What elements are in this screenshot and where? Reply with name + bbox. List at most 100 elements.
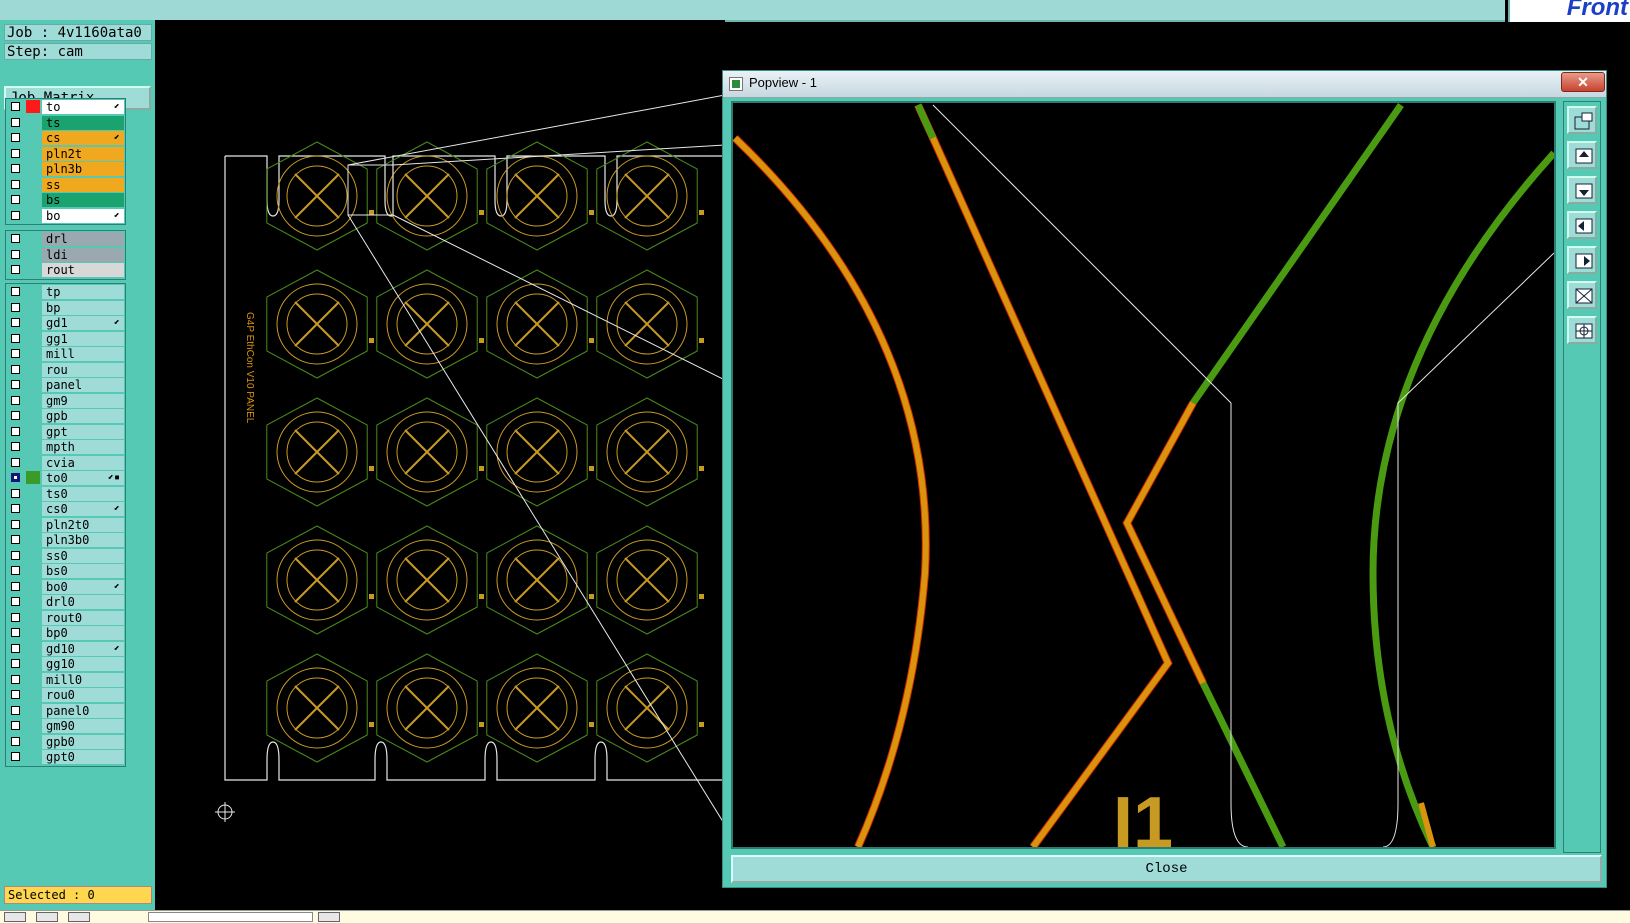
layer-checkbox[interactable]: [11, 395, 20, 405]
layer-row-gm90[interactable]: gm90: [6, 718, 125, 734]
layer-name[interactable]: drl0: [42, 595, 124, 609]
layer-checkbox[interactable]: [11, 249, 20, 259]
layer-row-mpth[interactable]: mpth: [6, 439, 125, 455]
layer-row-ss[interactable]: ss: [6, 177, 125, 193]
layer-name[interactable]: bs0: [42, 564, 124, 578]
layer-row-pln3b[interactable]: pln3b: [6, 161, 125, 177]
layer-checkbox[interactable]: [11, 102, 20, 111]
layer-name[interactable]: gpt0: [42, 750, 124, 764]
layer-checkbox[interactable]: [11, 364, 20, 374]
layer-name[interactable]: bo0 ⬋: [42, 579, 124, 594]
layer-checkbox[interactable]: [11, 318, 20, 327]
layer-checkbox[interactable]: [11, 628, 20, 637]
layer-row-gpb0[interactable]: gpb0: [6, 734, 125, 750]
layer-name[interactable]: to0 ⬋▪: [42, 471, 124, 485]
layer-row-cvia[interactable]: cvia: [6, 455, 125, 471]
layer-row-rou[interactable]: rou: [6, 362, 125, 378]
layer-row-to[interactable]: to ⬋: [6, 99, 125, 115]
command-input[interactable]: [148, 912, 313, 922]
layer-row-mill[interactable]: mill: [6, 346, 125, 362]
layer-row-pln2t0[interactable]: pln2t0: [6, 517, 125, 533]
layer-name[interactable]: bo ⬋: [42, 208, 124, 223]
layer-name[interactable]: rout0: [42, 610, 124, 625]
layer-row-ts0[interactable]: ts0: [6, 486, 125, 502]
layer-checkbox[interactable]: [11, 612, 20, 622]
layer-name[interactable]: pln2t0: [42, 517, 124, 532]
layer-row-pln2t[interactable]: pln2t: [6, 146, 125, 162]
layer-row-drl0[interactable]: drl0: [6, 594, 125, 610]
layer-checkbox[interactable]: [11, 195, 20, 204]
layer-row-gg1[interactable]: gg1: [6, 331, 125, 347]
layer-row-cs[interactable]: cs ⬋: [6, 130, 125, 146]
layer-row-pln3b0[interactable]: pln3b0: [6, 532, 125, 548]
layer-checkbox[interactable]: [11, 721, 20, 730]
layer-name[interactable]: ss0: [42, 548, 124, 563]
layer-checkbox[interactable]: [11, 333, 20, 343]
layer-checkbox[interactable]: [11, 349, 20, 358]
layer-name[interactable]: gpb0: [42, 734, 124, 749]
layer-row-rout[interactable]: rout: [6, 262, 125, 278]
layer-name[interactable]: gpb: [42, 409, 124, 423]
layer-row-mill0[interactable]: mill0: [6, 672, 125, 688]
layer-checkbox[interactable]: [11, 133, 20, 142]
layer-name[interactable]: gpt: [42, 424, 124, 439]
layer-checkbox[interactable]: [11, 581, 20, 591]
layer-name[interactable]: mill: [42, 347, 124, 361]
layer-name[interactable]: to ⬋: [42, 100, 124, 114]
layer-name[interactable]: rout: [42, 263, 124, 277]
layer-name[interactable]: cs0 ⬋: [42, 502, 124, 516]
layer-row-gm9[interactable]: gm9: [6, 393, 125, 409]
status-button-1[interactable]: [4, 912, 26, 922]
layer-checkbox[interactable]: [11, 287, 20, 296]
layer-row-gg10[interactable]: gg10: [6, 656, 125, 672]
layer-checkbox[interactable]: [11, 535, 20, 544]
layer-checkbox[interactable]: [11, 148, 20, 158]
layer-row-drl[interactable]: drl: [6, 231, 125, 247]
layer-name[interactable]: pln3b0: [42, 533, 124, 547]
layer-checkbox[interactable]: [11, 488, 20, 498]
pan-down-button[interactable]: [1567, 176, 1597, 204]
layer-checkbox[interactable]: [11, 519, 20, 529]
layer-checkbox[interactable]: [11, 566, 20, 575]
layer-row-panel[interactable]: panel: [6, 377, 125, 393]
layer-name[interactable]: rou0: [42, 688, 124, 702]
layer-checkbox[interactable]: [11, 457, 20, 467]
board-canvas[interactable]: G4P EthCon V10 PANEL: [155, 20, 726, 915]
layer-name[interactable]: ts: [42, 115, 124, 130]
zoom-home-button[interactable]: [1567, 316, 1597, 344]
layer-name[interactable]: cvia: [42, 455, 124, 470]
zoom-window-button[interactable]: [1567, 106, 1597, 134]
popview-titlebar[interactable]: Popview - 1: [723, 71, 1606, 98]
layer-checkbox[interactable]: [11, 550, 20, 560]
layer-checkbox[interactable]: [11, 597, 20, 606]
layer-row-ss0[interactable]: ss0: [6, 548, 125, 564]
layer-name[interactable]: gm90: [42, 719, 124, 733]
layer-checkbox[interactable]: [11, 302, 20, 312]
layer-name[interactable]: bs: [42, 193, 124, 207]
popview-canvas[interactable]: _I1: [731, 101, 1557, 863]
layer-checkbox[interactable]: [11, 164, 20, 173]
layer-row-bp0[interactable]: bp0: [6, 625, 125, 641]
layer-color-flag[interactable]: [26, 100, 40, 113]
layer-row-panel0[interactable]: panel0: [6, 703, 125, 719]
layer-checkbox[interactable]: [11, 117, 20, 127]
layer-row-gd10[interactable]: gd10 ⬋: [6, 641, 125, 657]
layer-checkbox[interactable]: [11, 380, 20, 389]
layer-checkbox[interactable]: [11, 442, 20, 451]
pan-left-button[interactable]: [1567, 211, 1597, 239]
layer-row-bp[interactable]: bp: [6, 300, 125, 316]
layer-checkbox[interactable]: [11, 659, 20, 668]
layer-name[interactable]: gg10: [42, 657, 124, 671]
layer-name[interactable]: pln3b: [42, 162, 124, 176]
layer-name[interactable]: tp: [42, 285, 124, 299]
layer-name[interactable]: ldi: [42, 247, 124, 262]
layer-name[interactable]: gg1: [42, 331, 124, 346]
layer-row-rou0[interactable]: rou0: [6, 687, 125, 703]
layer-row-tp[interactable]: tp: [6, 284, 125, 300]
layer-checkbox[interactable]: [11, 234, 20, 243]
layer-name[interactable]: gd10 ⬋: [42, 641, 124, 656]
layer-checkbox[interactable]: [11, 643, 20, 653]
layer-row-cs0[interactable]: cs0 ⬋: [6, 501, 125, 517]
layer-row-gpt[interactable]: gpt: [6, 424, 125, 440]
layer-checkbox[interactable]: [11, 674, 20, 684]
